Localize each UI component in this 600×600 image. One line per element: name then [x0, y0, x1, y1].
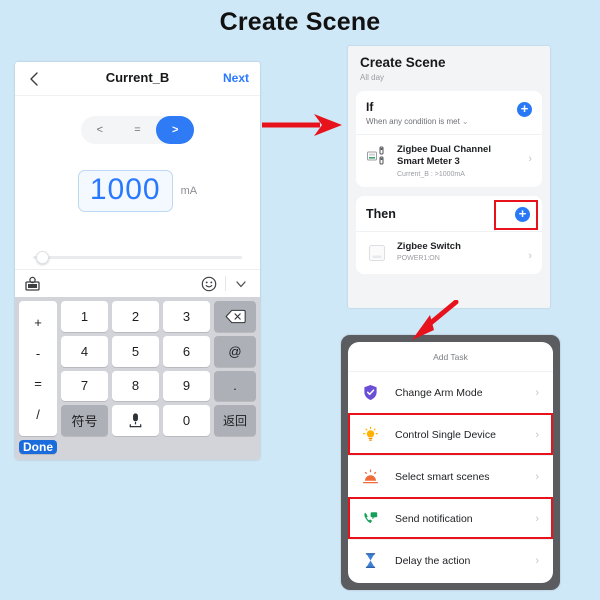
- task-row-control-single-device[interactable]: Control Single Device ›: [348, 413, 553, 455]
- task-row-select-smart-scenes[interactable]: Select smart scenes ›: [348, 455, 553, 497]
- then-device-name: Zigbee Switch: [397, 240, 461, 252]
- screenshot-root: Create Scene Current_B Next < = > 1000 m…: [0, 0, 600, 600]
- key-minus[interactable]: -: [36, 347, 40, 360]
- if-add-button[interactable]: +: [517, 102, 532, 117]
- left-phone-header: Current_B Next: [15, 62, 260, 96]
- if-card: If When any condition is met ⌄ + Zigbee …: [356, 91, 542, 187]
- operator-segmented-control[interactable]: < = >: [81, 116, 195, 144]
- then-add-highlight-box: [494, 199, 538, 230]
- key-return[interactable]: 返回: [214, 405, 256, 436]
- task-label: Delay the action: [395, 554, 471, 567]
- key-0[interactable]: 0: [163, 405, 210, 436]
- numeric-keypad[interactable]: + - = / 1 2 3 4 5 6 @ 7 8 9 . 符号 0 返回 Do…: [15, 297, 260, 460]
- smart-meter-icon: [366, 144, 390, 168]
- slider-thumb[interactable]: [36, 251, 49, 264]
- key-dot[interactable]: .: [214, 370, 256, 402]
- if-device-name: Zigbee Dual Channel Smart Meter 3: [397, 144, 491, 168]
- value-entry-screen: Current_B Next < = > 1000 mA 0mA 1000000…: [15, 62, 260, 460]
- arrow-left-to-scene: [262, 112, 344, 143]
- chevron-right-icon[interactable]: ›: [535, 429, 539, 441]
- task-row-send-notification[interactable]: Send notification ›: [348, 497, 553, 539]
- microphone-icon[interactable]: [112, 405, 159, 436]
- key-1[interactable]: 1: [61, 301, 108, 332]
- input-method-icon[interactable]: [25, 276, 40, 291]
- add-task-screen: Add Task Change Arm Mode › Control Singl…: [341, 335, 560, 590]
- operator-less-than[interactable]: <: [81, 116, 119, 144]
- shield-check-icon: [362, 384, 379, 401]
- key-8[interactable]: 8: [112, 370, 159, 402]
- key-4[interactable]: 4: [61, 335, 108, 367]
- chevron-right-icon[interactable]: ›: [535, 471, 539, 483]
- if-device-row[interactable]: Zigbee Dual Channel Smart Meter 3 Curren…: [366, 144, 532, 178]
- chevron-right-icon[interactable]: ›: [528, 250, 532, 261]
- chevron-right-icon[interactable]: ›: [535, 387, 539, 399]
- chevron-right-icon[interactable]: ›: [535, 555, 539, 567]
- arrow-scene-to-task: [398, 299, 460, 347]
- if-header-row: If When any condition is met ⌄ +: [366, 100, 532, 126]
- chevron-right-icon[interactable]: ›: [528, 154, 532, 165]
- then-card-divider: [356, 230, 542, 232]
- phone-message-icon: [362, 510, 379, 527]
- chevron-down-icon[interactable]: ⌄: [462, 117, 469, 126]
- key-9[interactable]: 9: [163, 370, 210, 402]
- task-row-change-arm-mode[interactable]: Change Arm Mode ›: [348, 371, 553, 413]
- then-device-text: Zigbee Switch POWER1:ON: [397, 241, 532, 262]
- operator-segmented-control-wrap: < = >: [15, 116, 260, 144]
- if-title: If: [366, 100, 374, 114]
- operator-equals[interactable]: =: [119, 116, 157, 144]
- if-condition-label[interactable]: When any condition is met ⌄: [366, 117, 532, 126]
- then-card: Then + Zigbee Switch POWER1:ON ›: [356, 195, 542, 274]
- emoji-smiley-icon[interactable]: [201, 276, 217, 292]
- scene-panel-subtitle: All day: [360, 73, 385, 82]
- key-5[interactable]: 5: [112, 335, 159, 367]
- switch-icon: [366, 241, 390, 265]
- keyboard-toolbar: [15, 269, 260, 297]
- if-card-divider: [356, 134, 542, 135]
- key-3[interactable]: 3: [163, 301, 210, 332]
- page-title: Create Scene: [219, 8, 381, 36]
- key-symbols[interactable]: 符号: [61, 405, 108, 436]
- operators-key-column[interactable]: + - = /: [19, 301, 57, 436]
- key-done[interactable]: Done: [19, 440, 57, 454]
- key-at[interactable]: @: [214, 335, 256, 367]
- task-label: Control Single Device: [395, 428, 496, 441]
- key-equals[interactable]: =: [34, 377, 42, 390]
- then-device-row[interactable]: Zigbee Switch POWER1:ON ›: [366, 241, 532, 265]
- smart-scenes-icon: [362, 468, 379, 485]
- task-label: Change Arm Mode: [395, 386, 483, 399]
- key-7[interactable]: 7: [61, 370, 108, 402]
- task-label: Select smart scenes: [395, 470, 490, 483]
- task-row-delay-the-action[interactable]: Delay the action ›: [348, 539, 553, 581]
- add-task-sheet: Add Task Change Arm Mode › Control Singl…: [348, 342, 553, 583]
- chevron-down-icon[interactable]: [234, 277, 248, 291]
- then-device-detail: POWER1:ON: [397, 255, 440, 263]
- if-device-text: Zigbee Dual Channel Smart Meter 3 Curren…: [397, 144, 532, 178]
- scene-panel-title: Create Scene: [360, 55, 446, 70]
- value-row: 1000 mA: [15, 170, 260, 212]
- key-slash[interactable]: /: [36, 408, 40, 421]
- key-plus[interactable]: +: [34, 316, 42, 329]
- key-6[interactable]: 6: [163, 335, 210, 367]
- create-scene-screen: Create Scene All day If When any conditi…: [348, 46, 550, 308]
- backspace-icon[interactable]: [214, 301, 256, 332]
- chevron-right-icon[interactable]: ›: [535, 513, 539, 525]
- if-condition-text: When any condition is met: [366, 117, 460, 126]
- slider-track[interactable]: [33, 251, 242, 264]
- if-device-detail: Current_B : >1000mA: [397, 170, 465, 178]
- next-button[interactable]: Next: [223, 71, 249, 85]
- light-bulb-icon: [362, 426, 379, 443]
- toolbar-divider: [225, 276, 226, 291]
- value-input[interactable]: 1000: [77, 170, 173, 212]
- hourglass-icon: [362, 552, 379, 569]
- key-2[interactable]: 2: [112, 301, 159, 332]
- value-unit-label: mA: [180, 185, 198, 197]
- task-label: Send notification: [395, 512, 473, 525]
- operator-greater-than[interactable]: >: [156, 116, 195, 144]
